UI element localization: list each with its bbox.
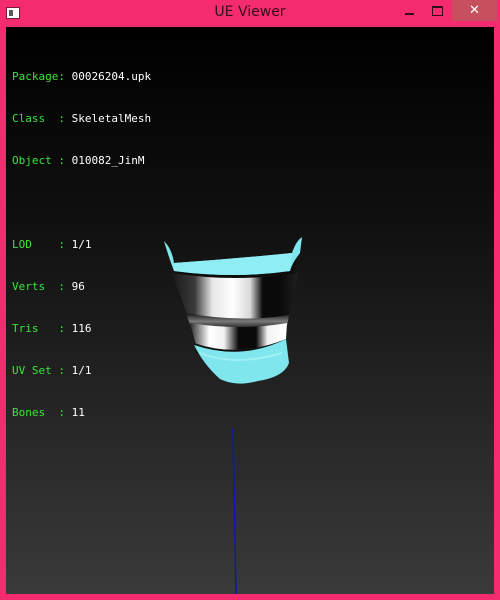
title-bar[interactable]: UE Viewer ✕ (0, 0, 500, 27)
lod-label: LOD : (12, 238, 65, 251)
mesh-info-panel: Package: 00026204.upk Class : SkeletalMe… (12, 42, 151, 448)
uvset-value: 1/1 (71, 364, 92, 377)
package-label: Package: (12, 70, 65, 83)
bones-value: 11 (71, 406, 85, 419)
info-row-bones: Bones : 11 (12, 406, 151, 420)
uvset-label: UV Set : (12, 364, 65, 377)
minimize-icon (405, 12, 414, 15)
close-icon: ✕ (469, 3, 480, 18)
object-value: 010082_JinM (71, 154, 145, 167)
class-label: Class : (12, 112, 65, 125)
package-value: 00026204.upk (71, 70, 152, 83)
maximize-button[interactable] (424, 0, 451, 21)
tris-value: 116 (71, 322, 92, 335)
verts-label: Verts : (12, 280, 65, 293)
axis-line (232, 428, 237, 594)
lod-value: 1/1 (71, 238, 92, 251)
bones-label: Bones : (12, 406, 65, 419)
app-window: UE Viewer ✕ Package: 00026204.upk Class … (0, 0, 500, 600)
object-label: Object : (12, 154, 65, 167)
info-row-object: Object : 010082_JinM (12, 154, 151, 168)
info-row-uvset: UV Set : 1/1 (12, 364, 151, 378)
info-row-class: Class : SkeletalMesh (12, 112, 151, 126)
tris-label: Tris : (12, 322, 65, 335)
class-value: SkeletalMesh (71, 112, 152, 125)
skeletal-mesh (164, 237, 302, 384)
info-spacer (12, 196, 151, 210)
maximize-icon (432, 5, 443, 16)
3d-viewport[interactable]: Package: 00026204.upk Class : SkeletalMe… (6, 27, 494, 594)
info-row-tris: Tris : 116 (12, 322, 151, 336)
verts-value: 96 (71, 280, 85, 293)
info-row-verts: Verts : 96 (12, 280, 151, 294)
minimize-button[interactable] (396, 0, 423, 21)
close-button[interactable]: ✕ (452, 0, 497, 21)
info-row-package: Package: 00026204.upk (12, 70, 151, 84)
info-row-lod: LOD : 1/1 (12, 238, 151, 252)
